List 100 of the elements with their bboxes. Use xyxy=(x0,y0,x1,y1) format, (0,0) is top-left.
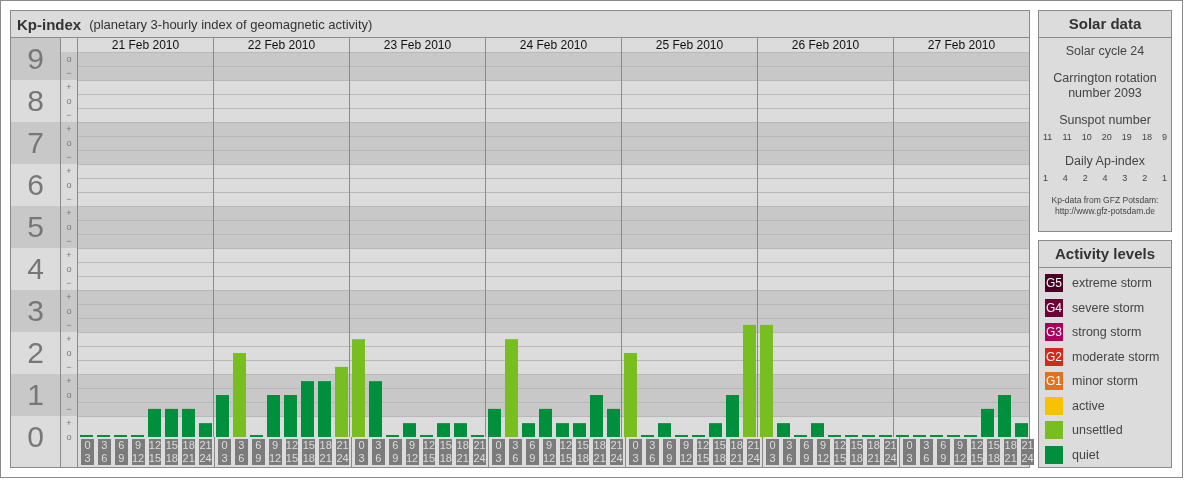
time-slot-label: 12 15 xyxy=(970,439,984,465)
kp-bar xyxy=(165,408,178,437)
y-tick-label: 5 xyxy=(11,206,60,248)
level-label: quiet xyxy=(1072,447,1100,462)
time-slot-label: 21 24 xyxy=(747,439,760,465)
ap-index-value: 1 xyxy=(1043,173,1048,183)
kp-bar xyxy=(658,423,671,437)
time-slot-label: 21 24 xyxy=(610,439,623,465)
time-slot-label: 9 12 xyxy=(131,439,145,465)
time-slot-label: 12 15 xyxy=(559,439,573,465)
source-url: http://www.gfz-potsdam.de xyxy=(1054,206,1156,217)
kp-bar xyxy=(301,381,314,437)
kp-bar xyxy=(777,423,790,437)
level-label: active xyxy=(1072,398,1105,413)
sub-tick-label: + xyxy=(61,206,77,220)
storm-badge: G5 xyxy=(1045,274,1063,292)
time-slot-label: 3 6 xyxy=(782,439,796,465)
time-slot-label: 15 18 xyxy=(439,439,453,465)
sub-tick-label: o xyxy=(61,304,77,318)
time-slot-label: 21 24 xyxy=(884,439,897,465)
level-label: unsettled xyxy=(1072,423,1123,437)
time-slot-label: 18 21 xyxy=(867,439,881,465)
ap-index-value: 2 xyxy=(1142,173,1148,183)
kp-bar xyxy=(522,423,535,437)
level-label: strong storm xyxy=(1072,325,1142,339)
time-slot-label: 3 6 xyxy=(234,439,248,465)
time-slot-label: 18 21 xyxy=(1004,439,1018,465)
time-slot-label: 18 21 xyxy=(319,439,333,465)
time-slot-label: 15 18 xyxy=(576,439,590,465)
time-slot-label: 15 18 xyxy=(713,439,727,465)
kp-bar xyxy=(726,395,739,437)
chart-title: Kp-index xyxy=(17,15,82,33)
time-slot-label: 6 9 xyxy=(662,439,676,465)
level-label: extreme storm xyxy=(1072,276,1152,290)
sub-tick-label: o xyxy=(61,388,77,402)
time-slot-label: 6 9 xyxy=(388,439,402,465)
time-slot-label: 9 12 xyxy=(953,439,967,465)
time-slot-label: 0 3 xyxy=(903,439,916,465)
storm-badge: G3 xyxy=(1045,323,1063,341)
kp-bar xyxy=(590,395,603,437)
kp-bar xyxy=(454,423,467,437)
y-tick-label: 7 xyxy=(11,122,60,164)
sub-tick-label: + xyxy=(61,290,77,304)
time-slot-label: 0 3 xyxy=(492,439,505,465)
time-slot-label: 3 6 xyxy=(645,439,659,465)
time-slot-label: 15 18 xyxy=(987,439,1001,465)
time-slot-label: 12 15 xyxy=(285,439,299,465)
ap-index-value: 4 xyxy=(1062,173,1068,183)
time-slot-label: 12 15 xyxy=(833,439,847,465)
carrington-rotation: Carrington rotation number 2093 xyxy=(1052,71,1158,101)
time-slot-label: 6 9 xyxy=(251,439,265,465)
panel-title: Activity levels xyxy=(1039,241,1171,268)
panel-title: Solar data xyxy=(1039,11,1171,38)
kp-bar xyxy=(284,395,297,437)
time-slot-label: 6 9 xyxy=(114,439,128,465)
kp-bar xyxy=(199,423,212,437)
storm-badge: G1 xyxy=(1045,372,1063,390)
sub-tick-label: o xyxy=(61,52,77,66)
ap-index-label: Daily Ap-index xyxy=(1065,154,1145,169)
kp-bar xyxy=(573,423,586,437)
kp-bar xyxy=(709,423,722,437)
kp-bar xyxy=(539,408,552,437)
ap-index-value: 2 xyxy=(1082,173,1088,183)
time-slot-label: 21 24 xyxy=(336,439,349,465)
kp-bar xyxy=(811,423,824,437)
sunspot-value: 19 xyxy=(1121,132,1132,142)
sub-tick-label: − xyxy=(61,66,77,80)
time-slot-label: 15 18 xyxy=(302,439,316,465)
time-slot-label: 9 12 xyxy=(268,439,282,465)
sunspot-value: 18 xyxy=(1141,132,1152,142)
kp-bar xyxy=(488,408,501,437)
time-slot-label: 6 9 xyxy=(936,439,950,465)
time-slot-label: 3 6 xyxy=(919,439,933,465)
time-slot-label: 3 6 xyxy=(97,439,111,465)
kp-bar xyxy=(437,423,450,437)
chart-subtitle: (planetary 3-hourly index of geomagnetic activity) xyxy=(89,16,373,32)
time-slot-label: 18 21 xyxy=(593,439,607,465)
sub-tick-label: − xyxy=(61,318,77,332)
sunspot-value: 11 xyxy=(1062,132,1072,142)
kp-bar xyxy=(369,381,382,437)
time-slot-label: 9 12 xyxy=(679,439,693,465)
kp-bar xyxy=(267,395,280,437)
time-slot-label: 6 9 xyxy=(525,439,539,465)
sunspot-value: 11 xyxy=(1043,132,1053,142)
time-slot-label: 21 24 xyxy=(473,439,486,465)
kp-bar xyxy=(182,408,195,437)
sunspot-value: 9 xyxy=(1161,132,1167,142)
sub-tick-label: − xyxy=(61,234,77,248)
y-tick-label: 9 xyxy=(11,38,60,80)
time-slot-label: 18 21 xyxy=(182,439,196,465)
storm-badge: G4 xyxy=(1045,298,1063,317)
time-slot-label: 21 24 xyxy=(1021,439,1034,465)
y-tick-label: 1 xyxy=(11,374,60,416)
level-label: minor storm xyxy=(1072,374,1138,388)
time-slot-label: 3 6 xyxy=(508,439,522,465)
kp-bar xyxy=(335,366,348,437)
solar-cycle: Solar cycle 24 xyxy=(1065,44,1145,59)
sub-tick-label: + xyxy=(61,122,77,136)
sub-tick-label: − xyxy=(61,150,77,164)
time-slot-label: 9 12 xyxy=(542,439,556,465)
